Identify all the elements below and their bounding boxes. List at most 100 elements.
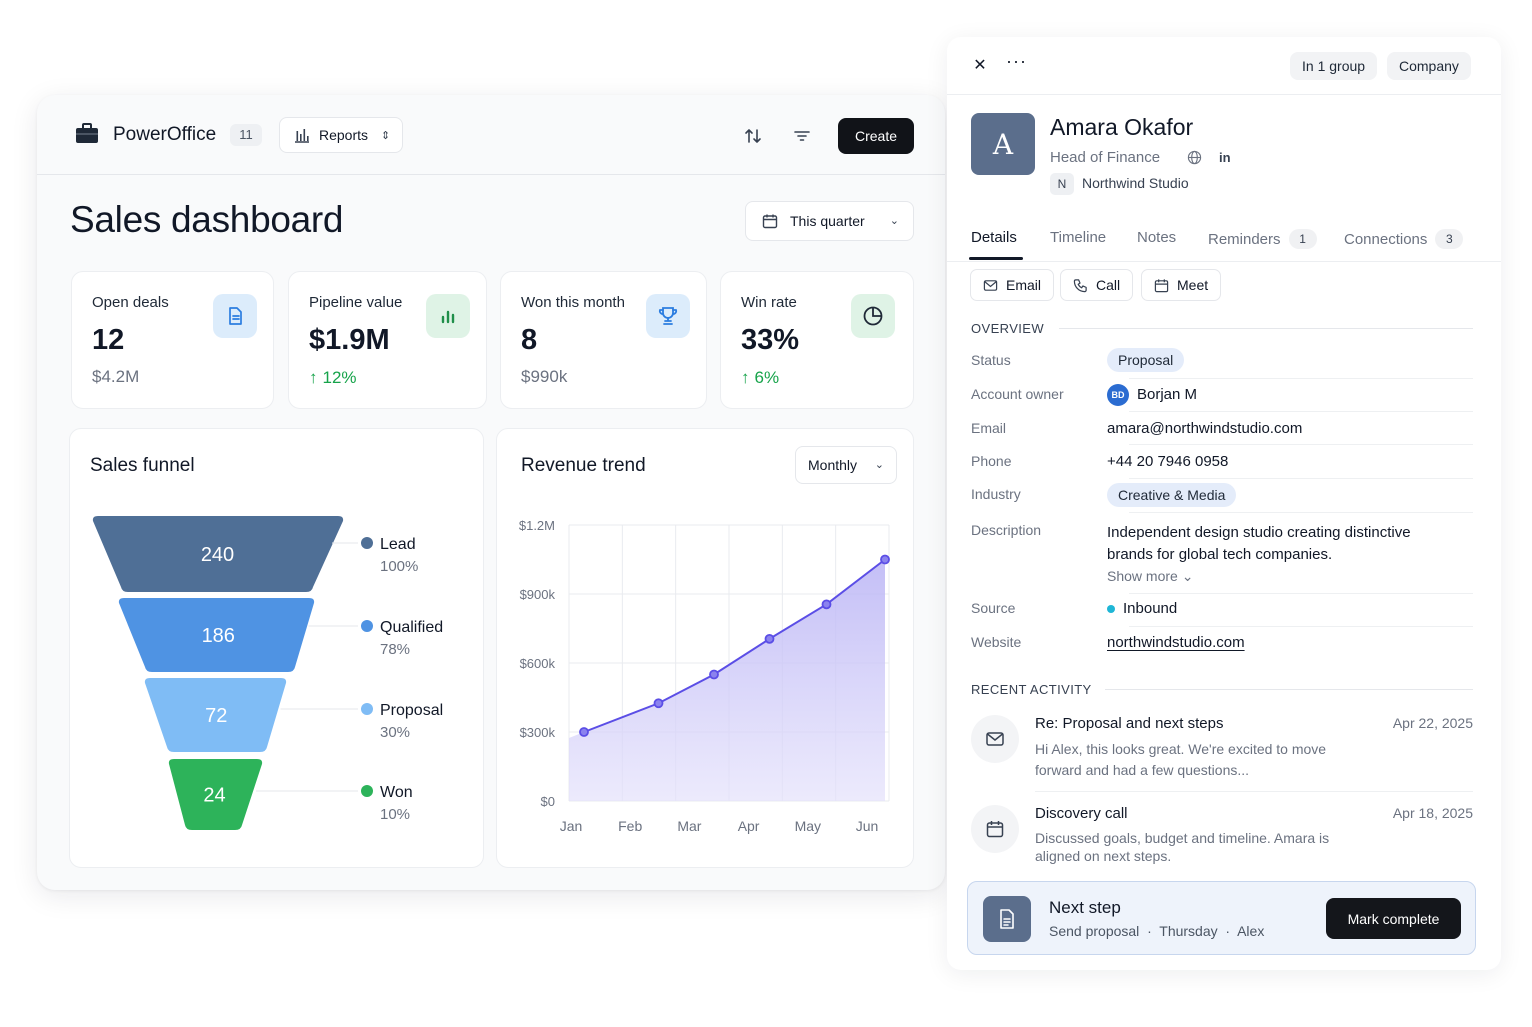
funnel-count: 186 — [202, 625, 235, 647]
phone-value[interactable]: +44 20 7946 0958 — [1107, 453, 1228, 470]
sales-funnel-panel: Sales funnel 240 Lead 100% 186 Qualified 78% 7… — [69, 428, 484, 868]
kpi-change: ↑ 6% — [741, 368, 780, 387]
kpi-value: 33% — [741, 324, 800, 356]
field-status: Status Proposal — [971, 348, 1473, 379]
tab-notes[interactable]: Notes — [1137, 229, 1176, 246]
y-tick-label: $600k — [520, 656, 556, 671]
calendar-icon — [1154, 278, 1169, 292]
x-tick-label: Feb — [618, 818, 642, 834]
legend-stage-name: Lead — [380, 536, 416, 553]
more-options-icon[interactable]: ··· — [1006, 51, 1027, 72]
revenue-point-feb[interactable] — [653, 698, 664, 709]
x-tick-label: Jun — [856, 818, 879, 834]
kpi-card-pipeline-value[interactable]: Pipeline value $1.9M ↑ 12% — [288, 271, 487, 409]
y-tick-label: $900k — [520, 587, 556, 602]
tab-details[interactable]: Details — [971, 229, 1017, 246]
status-badge[interactable]: Proposal — [1107, 348, 1185, 372]
kpi-card-win-rate[interactable]: Win rate 33% ↑ 6% — [720, 271, 914, 409]
bar-chart-icon — [295, 129, 309, 143]
revenue-point-may[interactable] — [821, 599, 832, 610]
app-name: PowerOffice — [113, 124, 217, 145]
avatar: A — [971, 113, 1035, 175]
close-icon[interactable]: ✕ — [971, 56, 989, 74]
email-value[interactable]: amara@northwindstudio.com — [1107, 420, 1302, 437]
tab-timeline[interactable]: Timeline — [1050, 229, 1106, 246]
active-tab-indicator — [969, 257, 1023, 260]
legend-dot — [361, 620, 373, 632]
create-button[interactable]: Create — [838, 118, 914, 154]
website-link[interactable]: northwindstudio.com — [1107, 634, 1245, 651]
dashboard-window: PowerOffice 11 Reports ⇕ Create Sales da… — [37, 95, 945, 890]
x-tick-label: May — [795, 818, 821, 834]
company-logo: N — [1050, 173, 1074, 195]
funnel-count: 72 — [205, 705, 227, 727]
group-pill[interactable]: In 1 group — [1290, 52, 1378, 80]
type-pill[interactable]: Company — [1387, 52, 1471, 80]
calendar-icon — [971, 805, 1019, 853]
legend-dot — [361, 785, 373, 797]
bar-chart-icon — [426, 294, 470, 338]
period-select[interactable]: This quarter ⌄ — [745, 201, 914, 241]
field-source: Source Inbound — [971, 600, 1473, 627]
activity-body: Hi Alex, this looks great. We're excited… — [1035, 741, 1327, 778]
divider — [1105, 689, 1473, 690]
mail-icon — [983, 279, 998, 291]
document-icon — [213, 294, 257, 338]
y-tick-label: $0 — [541, 794, 555, 809]
activity-item[interactable]: Re: Proposal and next steps Apr 22, 2025… — [971, 715, 1473, 793]
filter-button[interactable] — [789, 123, 815, 149]
revenue-point-mar[interactable] — [709, 669, 719, 680]
call-button[interactable]: Call — [1060, 269, 1134, 301]
globe-icon[interactable] — [1187, 150, 1202, 165]
mark-complete-button[interactable]: Mark complete — [1326, 898, 1461, 939]
meet-button[interactable]: Meet — [1141, 269, 1222, 301]
revenue-point-jun[interactable] — [880, 554, 890, 565]
x-tick-label: Apr — [738, 818, 760, 834]
tabs-divider — [947, 261, 1501, 262]
funnel-count: 240 — [201, 544, 234, 566]
pie-chart-icon — [851, 294, 895, 338]
field-industry: Industry Creative & Media — [971, 483, 1473, 513]
contact-panel: ✕ ··· In 1 group Company A Amara Okafor … — [947, 37, 1501, 970]
activity-item[interactable]: Discovery call Apr 18, 2025 Discussed go… — [971, 805, 1473, 865]
tab-connections[interactable]: Connections 3 — [1344, 229, 1464, 249]
owner-name[interactable]: Borjan M — [1137, 386, 1197, 403]
email-button[interactable]: Email — [970, 269, 1055, 301]
chevron-down-icon: ⌄ — [889, 215, 899, 227]
legend-stage-name: Won — [380, 784, 413, 801]
contact-name: Amara Okafor — [1050, 114, 1194, 140]
tab-reminders[interactable]: Reminders 1 — [1208, 229, 1317, 249]
show-more-link[interactable]: Show more ⌄ — [1107, 568, 1193, 585]
arrow-up-icon: ↑ — [741, 368, 750, 387]
company-name[interactable]: Northwind Studio — [1082, 175, 1189, 191]
chevron-down-icon: ⌄ — [1181, 568, 1194, 584]
tab-count-badge: 3 — [1435, 229, 1464, 249]
revenue-point-jan[interactable] — [579, 727, 589, 737]
linkedin-icon[interactable]: in — [1219, 150, 1231, 165]
revenue-point-apr[interactable] — [764, 633, 775, 644]
overview-heading: OVERVIEW — [971, 321, 1045, 336]
legend-stage-name: Qualified — [380, 619, 443, 636]
reports-dropdown[interactable]: Reports ⇕ — [279, 117, 403, 153]
kpi-value: 12 — [92, 324, 125, 356]
updown-chevron-icon: ⇕ — [381, 129, 391, 142]
revenue-chart: $1.2M $900k $600k $300k $0 Jan Feb Mar Apr May Jun — [519, 518, 890, 834]
description-value: Independent design studio creating disti… — [1107, 524, 1411, 563]
funnel-chart: 240 Lead 100% 186 Qualified 78% 72 Proposal 30% 2… — [92, 516, 443, 830]
source-value: Inbound — [1123, 600, 1178, 617]
sort-button[interactable] — [740, 123, 766, 149]
kpi-label: Won this month — [521, 294, 625, 311]
activity-date: Apr 22, 2025 — [1392, 715, 1473, 731]
kpi-card-won-this-month[interactable]: Won this month 8 $990k — [500, 271, 707, 409]
legend-dot — [361, 537, 373, 549]
kpi-card-open-deals[interactable]: Open deals 12 $4.2M — [71, 271, 274, 409]
phone-icon — [1073, 278, 1087, 292]
x-tick-label: Mar — [677, 818, 701, 834]
activity-body: Discussed goals, budget and timeline. Am… — [1035, 830, 1330, 864]
legend-dot — [361, 703, 373, 715]
field-phone: Phone +44 20 7946 0958 — [971, 453, 1473, 479]
kpi-subvalue: $990k — [521, 367, 568, 386]
activity-date: Apr 18, 2025 — [1392, 805, 1473, 821]
kpi-label: Open deals — [92, 294, 169, 311]
tab-count-badge: 1 — [1288, 229, 1317, 249]
